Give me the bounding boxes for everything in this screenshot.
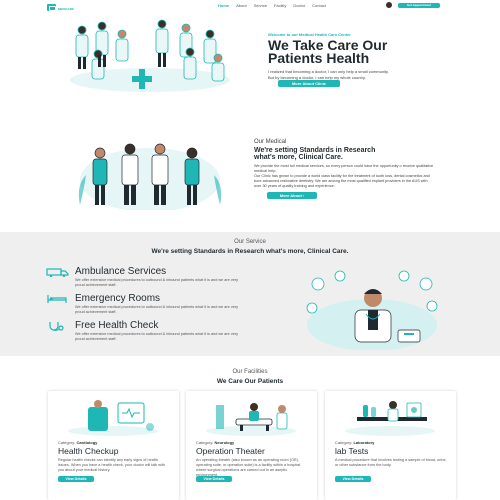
service-desc: We offer extensive medical procedures to…	[75, 332, 239, 341]
card-category: Category: Cardiology	[58, 440, 97, 445]
card-title: Health Checkup	[58, 446, 119, 456]
facility-card[interactable]: Category: Laboratory lab Tests A medical…	[325, 391, 456, 500]
card-title: Operation Theater	[196, 446, 265, 456]
service-name: Ambulance Services	[75, 266, 167, 277]
menu-item-service[interactable]: Service	[254, 3, 267, 8]
facilities-kicker: Our Facilities	[232, 369, 268, 375]
facility-card[interactable]: Category: Cardiology Health Checkup Regu…	[48, 391, 179, 500]
service-name: Free Health Check	[75, 320, 159, 331]
more-about-button[interactable]: More About ›	[267, 192, 317, 199]
health-check-icon	[49, 321, 64, 331]
about-title-line1: We're setting Standards in Research	[254, 147, 376, 154]
card-category-label: Category:	[335, 440, 353, 445]
service-title: We're setting Standards in Research what…	[151, 248, 349, 255]
service-desc: We offer extensive medical procedures to…	[75, 305, 239, 314]
card-category: Category: Laboratory	[335, 440, 374, 445]
menu-item-home[interactable]: Home	[218, 3, 229, 8]
hospital-bed-icon	[47, 294, 67, 303]
service-name: Emergency Rooms	[75, 293, 161, 304]
card-desc: Regular health checks can identify any e…	[58, 458, 165, 472]
view-details-button[interactable]: View Details	[196, 476, 232, 482]
menu-item-contact[interactable]: Contact	[312, 3, 326, 8]
service-item[interactable]: Emergency Rooms We offer extensive medic…	[46, 293, 246, 315]
service-kicker: Our Service	[234, 239, 266, 245]
service-item[interactable]: Free Health Check We offer extensive med…	[46, 320, 246, 342]
service-item[interactable]: Ambulance Services We offer extensive me…	[46, 266, 246, 288]
hero-text: Welcome to our Medical Health Care Cente…	[268, 32, 468, 81]
about-body-2: Our Clinic has grown to provide a world …	[254, 174, 430, 188]
get-appointment-button[interactable]: Get Appointment	[398, 3, 440, 8]
top-navbar: MEDICARE Home About Service Facility Doc…	[0, 0, 500, 14]
facility-card[interactable]: Category: Neurology Operation Theater An…	[186, 391, 317, 500]
card-category-label: Category:	[196, 440, 214, 445]
card-category: Category: Neurology	[196, 440, 234, 445]
menu-item-about[interactable]: About	[236, 3, 246, 8]
view-details-button[interactable]: View Details	[58, 476, 94, 482]
doctor-services-illustration	[306, 270, 438, 350]
card-category-label: Category:	[58, 440, 76, 445]
medical-team-illustration	[78, 143, 222, 210]
menu-item-doctor[interactable]: Doctor	[293, 3, 305, 8]
operation-theater-illustration	[206, 403, 296, 436]
card-desc: An operating theater (also known as an o…	[196, 458, 301, 477]
menu-item-facility[interactable]: Facility	[274, 3, 286, 8]
about-kicker: Our Medical	[254, 139, 287, 145]
card-category-value: Cardiology	[76, 440, 98, 445]
hero-title: We Take Care Our Patients Health	[268, 38, 468, 66]
hero-title-line2: Patients Health	[268, 50, 370, 66]
card-category-value: Neurology	[214, 440, 235, 445]
ambulance-icon	[46, 267, 69, 277]
avatar[interactable]	[386, 2, 392, 8]
logo-mark-icon	[47, 3, 56, 11]
card-title: lab Tests	[335, 446, 369, 456]
about-body: We provide the most full medical service…	[254, 164, 434, 189]
about-text: Our Medical We're setting Standards in R…	[254, 139, 434, 189]
logo-text: MEDICARE	[58, 7, 75, 11]
main-menu: Home About Service Facility Doctor Conta…	[218, 3, 326, 8]
logo[interactable]: MEDICARE	[47, 3, 74, 11]
lab-tests-illustration	[345, 401, 435, 436]
about-body-1: We provide the most full medical service…	[254, 164, 434, 173]
view-details-button[interactable]: View Details	[335, 476, 371, 482]
health-checkup-illustration	[68, 400, 158, 436]
hero-doctors-illustration	[70, 19, 230, 92]
facilities-title: We Care Our Patients	[216, 378, 284, 385]
service-desc: We offer extensive medical procedures to…	[75, 278, 239, 287]
card-category-value: Laboratory	[353, 440, 375, 445]
about-title-line2: what's more, Clinical Care.	[254, 154, 343, 161]
more-about-clinic-button[interactable]: More About Clinic	[278, 80, 340, 87]
more-about-label: More About	[279, 193, 302, 198]
about-title: We're setting Standards in Research what…	[254, 147, 434, 161]
card-desc: A medical procedure that involves testin…	[335, 458, 447, 467]
